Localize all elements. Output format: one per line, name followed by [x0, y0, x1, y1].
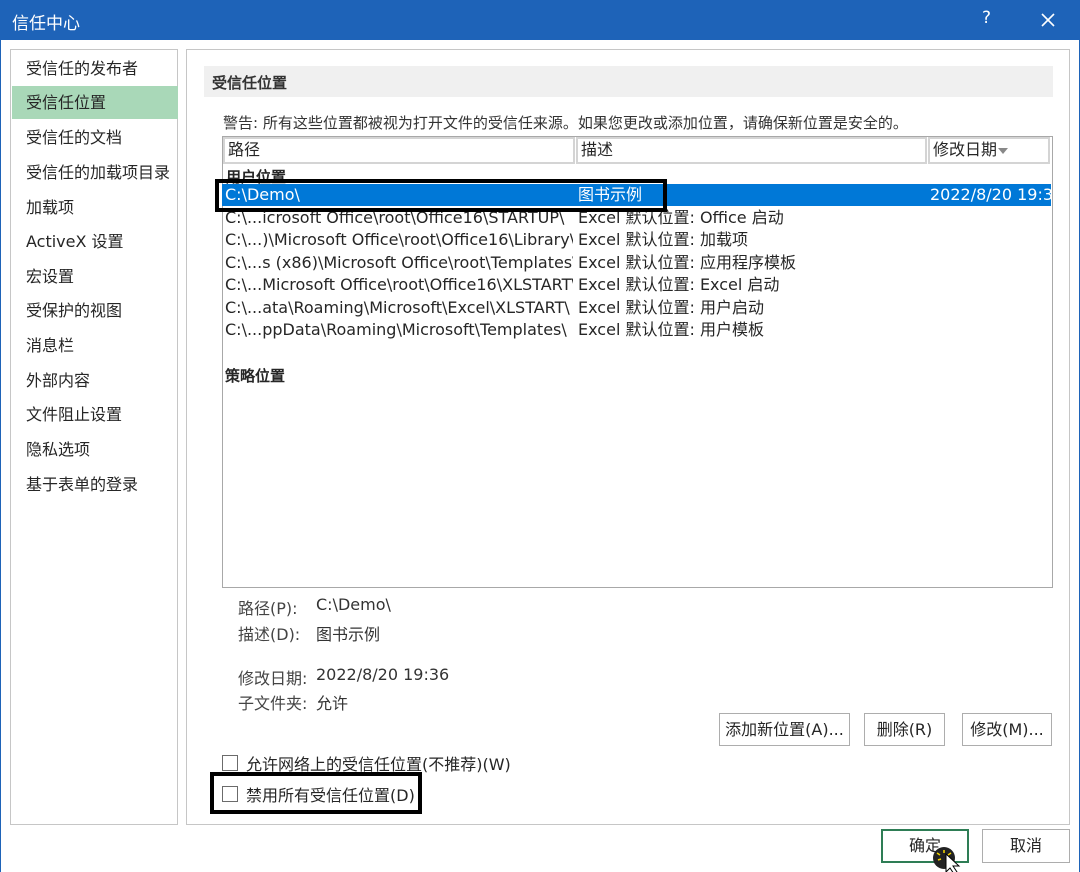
nav-item-external-content[interactable]: 外部内容 [12, 364, 178, 397]
mouse-cursor-icon [933, 847, 961, 872]
table-row[interactable]: C:\...ppData\Roaming\Microsoft\Templates… [222, 319, 1051, 341]
cancel-button[interactable]: 取消 [982, 829, 1070, 863]
close-icon[interactable] [1034, 6, 1062, 34]
nav-item-file-block[interactable]: 文件阻止设置 [12, 398, 178, 431]
detail-date-value: 2022/8/20 19:36 [316, 665, 450, 684]
nav-item-trusted-documents[interactable]: 受信任的文档 [12, 121, 178, 154]
nav-item-privacy[interactable]: 隐私选项 [12, 433, 178, 466]
detail-date-label: 修改日期: [238, 669, 308, 688]
nav-item-message-bar[interactable]: 消息栏 [12, 329, 178, 362]
allow-network-checkbox[interactable]: 允许网络上的受信任位置(不推荐)(W) [222, 752, 511, 774]
add-location-button[interactable]: 添加新位置(A)... [719, 713, 850, 746]
table-row[interactable]: C:\...Microsoft Office\root\Office16\XLS… [222, 274, 1051, 296]
category-nav: 受信任的发布者 受信任位置 受信任的文档 受信任的加载项目录 加载项 Activ… [10, 49, 178, 825]
section-title: 受信任位置 [212, 74, 288, 92]
checkbox-box[interactable] [222, 786, 238, 802]
group-label-policy: 策略位置 [225, 367, 286, 385]
table-row[interactable]: C:\...icrosoft Office\root\Office16\STAR… [222, 207, 1051, 229]
table-row[interactable]: C:\...s (x86)\Microsoft Office\root\Temp… [222, 252, 1051, 274]
nav-item-trusted-publishers[interactable]: 受信任的发布者 [12, 52, 178, 85]
detail-path-label: 路径(P): [238, 599, 298, 618]
nav-item-protected-view[interactable]: 受保护的视图 [12, 294, 178, 327]
detail-desc-value: 图书示例 [316, 625, 381, 644]
table-row[interactable]: C:\...ata\Roaming\Microsoft\Excel\XLSTAR… [222, 297, 1051, 319]
detail-subfolder-value: 允许 [316, 694, 349, 713]
nav-item-form-login[interactable]: 基于表单的登录 [12, 468, 178, 501]
disable-all-label: 禁用所有受信任位置(D) [246, 786, 415, 805]
title-bar: 信任中心 ? [0, 0, 1080, 40]
section-header: 受信任位置 [204, 66, 1053, 97]
nav-item-trusted-locations[interactable]: 受信任位置 [12, 86, 178, 119]
help-button[interactable]: ? [982, 8, 991, 28]
detail-subfolder-label: 子文件夹: [238, 694, 308, 713]
checkbox-box[interactable] [222, 755, 238, 771]
warning-text: 警告: 所有这些位置都被视为打开文件的受信任来源。如果您更改或添加位置，请确保新… [223, 114, 908, 132]
detail-path-value: C:\Demo\ [316, 595, 391, 614]
detail-desc-label: 描述(D): [238, 625, 301, 644]
allow-network-label: 允许网络上的受信任位置(不推荐)(W) [246, 755, 511, 774]
nav-item-trusted-addin-catalogs[interactable]: 受信任的加载项目录 [12, 156, 178, 189]
modify-location-button[interactable]: 修改(M)... [962, 713, 1052, 746]
nav-item-addins[interactable]: 加载项 [12, 191, 178, 224]
nav-item-activex[interactable]: ActiveX 设置 [12, 225, 178, 258]
nav-item-macro-settings[interactable]: 宏设置 [12, 260, 178, 293]
rows-layer: C:\Demo\ 图书示例 2022/8/20 19:36 C:\...icro… [222, 137, 1051, 584]
table-row[interactable]: C:\...)\Microsoft Office\root\Office16\L… [222, 229, 1051, 251]
remove-location-button[interactable]: 删除(R) [864, 713, 945, 746]
window-title: 信任中心 [12, 14, 80, 34]
table-row[interactable]: C:\Demo\ 图书示例 2022/8/20 19:36 [222, 184, 1051, 206]
disable-all-checkbox[interactable]: 禁用所有受信任位置(D) [222, 783, 415, 805]
